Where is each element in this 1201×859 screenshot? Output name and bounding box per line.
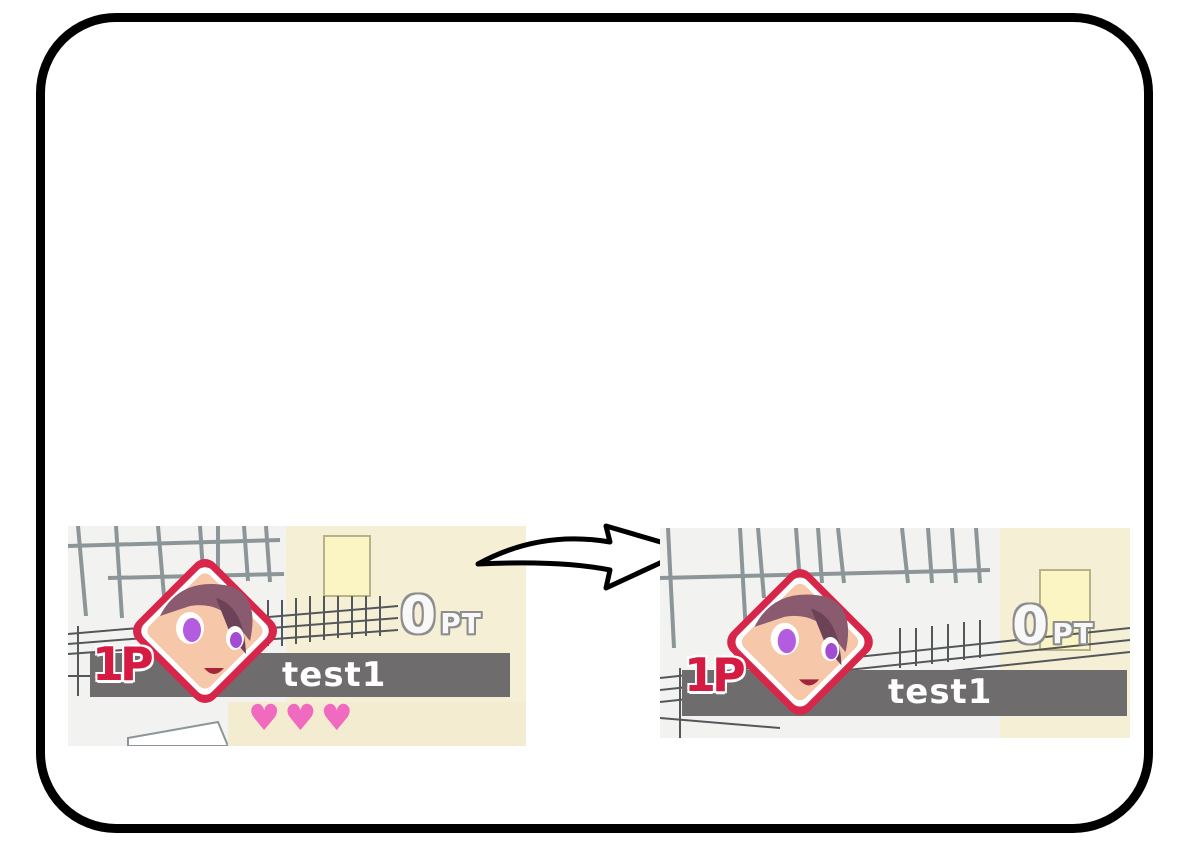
- score-value: 0: [400, 586, 437, 646]
- character-portrait-icon: [727, 569, 873, 715]
- heart-icon: ♥: [248, 698, 285, 739]
- player-panel-after: test1 1P 0 PT: [660, 528, 1130, 738]
- player-tag: 1P: [684, 648, 746, 702]
- heart-icon: ♥: [320, 698, 357, 739]
- player-name: test1: [888, 672, 993, 712]
- heart-icon: ♥: [284, 698, 321, 739]
- player-tag: 1P: [92, 637, 154, 691]
- score-value: 0: [1012, 596, 1049, 656]
- score-unit: PT: [440, 607, 482, 640]
- lives-hearts: ♥♥♥: [248, 698, 357, 739]
- player-name: test1: [282, 655, 387, 695]
- score-unit: PT: [1052, 617, 1094, 650]
- player-panel-before: test1 1P 0 PT ♥♥♥: [68, 526, 526, 746]
- score-display: 0 PT: [1012, 596, 1094, 656]
